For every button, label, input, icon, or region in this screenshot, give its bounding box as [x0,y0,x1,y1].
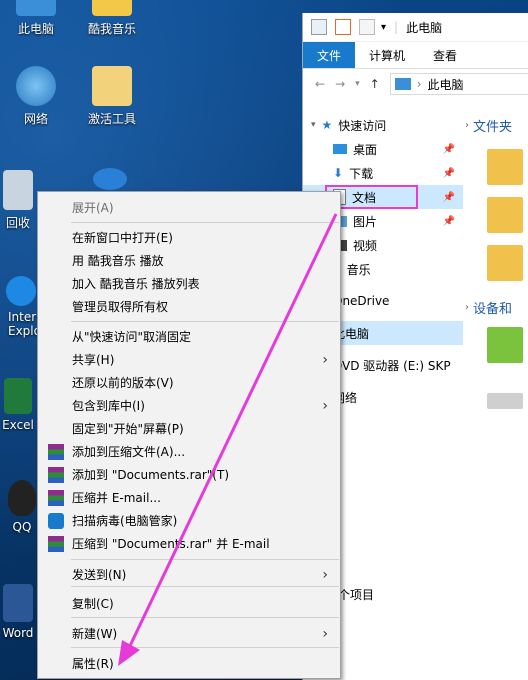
annotation-arrow [118,213,338,666]
arrow-line [126,213,338,651]
arrow-head [118,640,140,666]
